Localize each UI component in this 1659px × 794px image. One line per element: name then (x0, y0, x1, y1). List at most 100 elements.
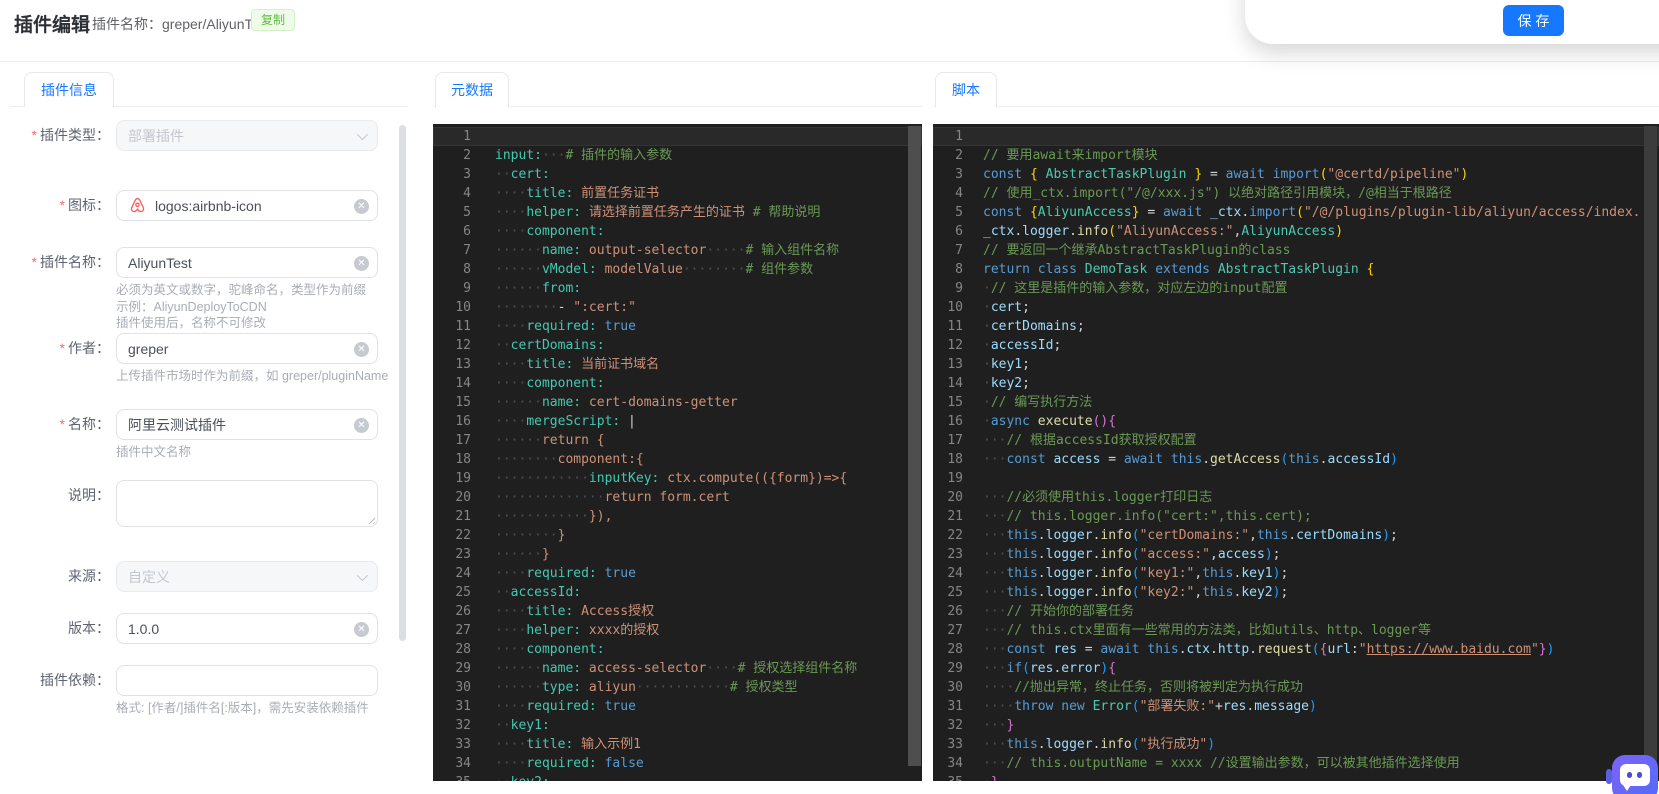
line-number: 7 (955, 243, 963, 258)
description-textarea[interactable] (116, 480, 378, 527)
line-number: 11 (455, 319, 471, 334)
input-field-3[interactable]: AliyunTest ✕ (116, 247, 378, 278)
clear-icon[interactable]: ✕ (354, 342, 369, 357)
line-number: 30 (455, 680, 471, 695)
tab-plugin-info[interactable]: 插件信息 (24, 72, 114, 107)
input-field-2[interactable]: logos:airbnb-icon ✕ (116, 190, 378, 221)
line-number: 14 (455, 376, 471, 391)
line-number: 12 (947, 338, 963, 353)
script-code-line: 4// 使用_ctx.import("/@/xxx.js") 以绝对路径引用模块… (933, 184, 1659, 203)
select-source[interactable]: 自定义 (116, 561, 378, 592)
field-label: 来源： (68, 568, 110, 584)
field-label: * 图标： (59, 197, 110, 213)
script-code-line: 14 ·key2; (933, 374, 1659, 393)
clear-icon[interactable]: ✕ (354, 256, 369, 271)
script-code-line: 19 (933, 469, 1659, 488)
chat-bot-button[interactable] (1606, 755, 1658, 794)
field-control: logos:airbnb-icon ✕ (116, 190, 378, 221)
robot-chat-icon (1620, 764, 1650, 791)
line-number: 28 (947, 642, 963, 657)
line-number: 20 (455, 490, 471, 505)
tab-metadata[interactable]: 元数据 (435, 72, 509, 107)
required-asterisk: * (59, 416, 65, 432)
input-field-4[interactable]: greper ✕ (116, 333, 378, 364)
line-number: 16 (947, 414, 963, 429)
line-number: 24 (947, 566, 963, 581)
script-code-editor[interactable]: 1 2// 要用await来import模块 3 const { AbstractTa… (933, 124, 1659, 781)
field-label: 插件依赖： (40, 672, 110, 688)
line-number: 1 (955, 129, 963, 144)
plugin-name-text: 插件名称：greper/AliyunTest (92, 14, 270, 34)
line-number: 10 (455, 300, 471, 315)
script-code-line: 9 ·// 这里是插件的输入参数，对应左边的input配置 (933, 279, 1659, 298)
metadata-code-line: 15 ······name: cert-domains-getter (433, 393, 922, 412)
line-number: 31 (947, 699, 963, 714)
clear-icon[interactable]: ✕ (354, 622, 369, 637)
metadata-editor-scrollbar[interactable] (908, 126, 921, 766)
line-number: 10 (947, 300, 963, 315)
script-code-line: 17 ···// 根据accessId获取授权配置 (933, 431, 1659, 450)
resize-handle[interactable] (366, 515, 375, 524)
field-control: AliyunTest ✕ (116, 247, 378, 278)
line-number: 28 (455, 642, 471, 657)
script-code-line: 13 ·key1; (933, 355, 1659, 374)
metadata-code-line: 4 ····title: 前置任务证书 (433, 184, 922, 203)
script-code-line: 34 ···// this.outputName = xxxx //设置输出参数，… (933, 754, 1659, 773)
line-number: 34 (455, 756, 471, 771)
select-plugin-type[interactable]: 部署插件 (116, 120, 378, 151)
line-number: 13 (947, 357, 963, 372)
line-number: 3 (463, 167, 471, 182)
airbnb-logo-icon (128, 196, 147, 215)
script-code-line: 20 ···//必须使用this.logger打印日志 (933, 488, 1659, 507)
copy-badge[interactable]: 复制 (251, 9, 296, 31)
metadata-code-line: 25 ··accessId: (433, 583, 922, 602)
line-number: 35 (933, 773, 963, 781)
line-number: 20 (947, 490, 963, 505)
metadata-code-line: 27 ····helper: xxxx的授权 (433, 621, 922, 640)
line-number: 3 (955, 167, 963, 182)
line-number: 5 (463, 205, 471, 220)
line-number: 6 (955, 224, 963, 239)
script-code-line: 24 ···this.logger.info("key1:",this.key1)… (933, 564, 1659, 583)
line-number: 14 (947, 376, 963, 391)
script-code-line: 32 ···} (933, 716, 1659, 735)
clear-icon[interactable]: ✕ (354, 199, 369, 214)
metadata-code-line: 32 ··key1: (433, 716, 922, 735)
field-control: greper ✕ (116, 333, 378, 364)
field-label: * 插件名称： (31, 254, 110, 270)
metadata-code-line: 29 ······name: access-selector····# 授权选择组… (433, 659, 922, 678)
metadata-code-line: 31 ····required: true (433, 697, 922, 716)
line-number: 32 (455, 718, 471, 733)
tab-script[interactable]: 脚本 (935, 72, 997, 107)
script-code-line: 6 _ctx.logger.info("AliyunAccess:",Aliyun… (933, 222, 1659, 241)
line-number: 29 (947, 661, 963, 676)
line-number: 27 (947, 623, 963, 638)
line-number: 26 (947, 604, 963, 619)
metadata-code-line: 12 ··certDomains: (433, 336, 922, 355)
input-field-8[interactable]: 1.0.0 ✕ (116, 613, 378, 644)
metadata-code-line: 10 ········- ":cert:" (433, 298, 922, 317)
save-button[interactable]: 保 存 (1503, 5, 1564, 36)
script-code-line: 31 ····throw new Error("部署失败:"+res.messag… (933, 697, 1659, 716)
line-number: 11 (947, 319, 963, 334)
script-code-line: 2// 要用await来import模块 (933, 146, 1659, 165)
script-code-line: 3 const { AbstractTaskPlugin } = await im… (933, 165, 1659, 184)
metadata-code-line: 33 ····title: 输入示例1 (433, 735, 922, 754)
line-number: 24 (455, 566, 471, 581)
script-code-line: 35·} (933, 773, 1659, 781)
script-code-line: 1 (933, 127, 1659, 146)
metadata-code-line: 16 ····mergeScript: | (433, 412, 922, 431)
line-number: 16 (455, 414, 471, 429)
plugin-name-label: 插件名称： (92, 16, 162, 32)
clear-icon[interactable]: ✕ (354, 418, 369, 433)
form-scrollbar[interactable] (399, 125, 406, 641)
metadata-code-editor[interactable]: 1 2 input:···# 插件的输入参数 3 ··cert: 4 ····title: … (433, 124, 922, 781)
script-editor-scrollbar[interactable] (1644, 126, 1657, 766)
line-number: 12 (455, 338, 471, 353)
line-number: 19 (947, 471, 963, 486)
input-field-9[interactable] (116, 665, 378, 696)
input-field-5[interactable]: 阿里云测试插件 ✕ (116, 409, 378, 440)
script-code-line: 7// 要返回一个继承AbstractTaskPlugin的class (933, 241, 1659, 260)
script-code-line: 27 ···// this.ctx里面有一些常用的方法类，比如utils、http… (933, 621, 1659, 640)
metadata-code-line: 21 ············}), (433, 507, 922, 526)
